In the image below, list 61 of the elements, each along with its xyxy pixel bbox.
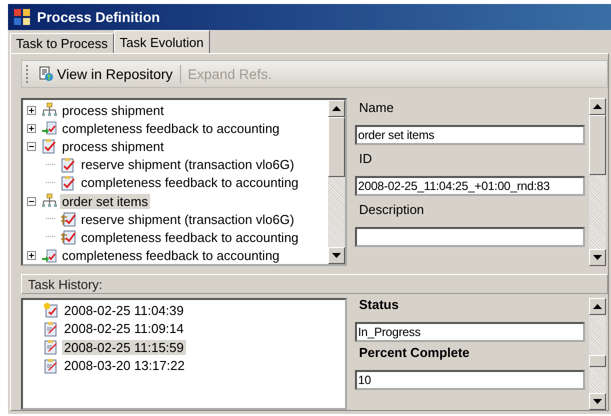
history-item[interactable]: 2008-02-25 11:04:39: [62, 302, 186, 318]
history-item[interactable]: 2008-03-20 13:17:22: [62, 358, 187, 374]
tree-item[interactable]: order set items: [60, 194, 150, 209]
grid-clipboard-icon: [60, 211, 76, 228]
clipboard-arrow-icon: [41, 120, 57, 136]
property-label: ID: [358, 150, 373, 168]
tab[interactable]: Task Evolution: [114, 30, 210, 53]
checked-clipboard-icon: [60, 156, 76, 173]
scroll-up-icon[interactable]: [332, 106, 341, 111]
section-title: Task History:: [28, 276, 102, 292]
hierarchy-icon: [41, 102, 57, 118]
tree-item[interactable]: completeness feedback to accounting: [60, 120, 282, 136]
scroll-thumb[interactable]: [589, 355, 606, 367]
clipboard-pencil-icon: [43, 339, 59, 356]
property-field[interactable]: In_Progress: [355, 322, 585, 342]
collapse-toggle[interactable]: [27, 142, 36, 151]
tree-scrollbar[interactable]: [328, 100, 345, 264]
checked-clipboard-icon: [60, 174, 76, 191]
collapse-toggle[interactable]: [27, 196, 36, 206]
checked-clipboard-icon: [41, 138, 57, 154]
app-icon: [13, 8, 31, 26]
property-label: Name: [358, 99, 395, 117]
property-label: Percent Complete: [358, 346, 471, 362]
property-label: Status: [358, 298, 400, 314]
history-item[interactable]: 2008-02-25 11:15:59: [62, 340, 186, 355]
scroll-thumb[interactable]: [589, 115, 606, 175]
tab[interactable]: Task to Process: [10, 33, 114, 53]
clipboard-arrow-icon: [41, 248, 57, 264]
clipboard-pencil-icon: [43, 320, 59, 337]
scroll-down-icon[interactable]: [593, 255, 602, 260]
history-item[interactable]: 2008-02-25 11:09:14: [62, 321, 186, 336]
document-globe-icon: [38, 66, 54, 82]
expand-toggle[interactable]: [27, 251, 36, 260]
starred-clipboard-icon: [43, 302, 59, 318]
expand-toggle[interactable]: [27, 106, 36, 115]
clipboard-pencil-icon: [43, 358, 59, 374]
scroll-thumb[interactable]: [328, 117, 345, 177]
grid-clipboard-icon: [60, 229, 76, 246]
property-field[interactable]: order set items: [355, 125, 585, 145]
properties-scrollbar[interactable]: [589, 98, 606, 266]
scroll-down-icon[interactable]: [593, 399, 602, 404]
property-field[interactable]: 10: [355, 370, 585, 390]
scroll-up-icon[interactable]: [593, 304, 602, 309]
property-label: Description: [358, 201, 426, 219]
tree-item[interactable]: completeness feedback to accounting: [60, 248, 282, 264]
tree-item[interactable]: reserve shipment (transaction vlo6G): [79, 157, 296, 172]
tree-item[interactable]: completeness feedback to accounting: [79, 230, 301, 245]
hierarchy-icon: [41, 193, 57, 210]
property-field[interactable]: 2008-02-25_11:04:25_+01:00_rnd:83: [355, 176, 585, 196]
window-title: Process Definition: [37, 9, 160, 25]
tree-item[interactable]: process shipment: [60, 138, 166, 154]
property-field[interactable]: [355, 227, 585, 247]
tree-item[interactable]: completeness feedback to accounting: [79, 175, 301, 190]
tree-item[interactable]: process shipment: [60, 102, 166, 118]
expand-toggle[interactable]: [27, 124, 36, 133]
toolbar-grip[interactable]: [26, 65, 31, 83]
scroll-down-icon[interactable]: [332, 253, 341, 258]
properties-scrollbar[interactable]: [589, 298, 606, 410]
toolbar-button[interactable]: View in Repository: [35, 64, 176, 84]
tree-item[interactable]: reserve shipment (transaction vlo6G): [79, 212, 296, 227]
scroll-up-icon[interactable]: [593, 104, 602, 109]
